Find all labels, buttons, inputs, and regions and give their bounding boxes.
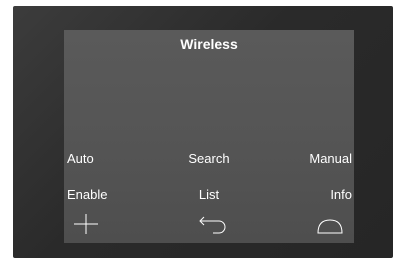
display-screen: Wireless Auto Search Manual Enable List … xyxy=(64,30,354,243)
plus-icon[interactable] xyxy=(66,212,106,236)
home-arch-icon[interactable] xyxy=(310,212,350,236)
softkey-list[interactable]: List xyxy=(64,187,354,203)
screen-title: Wireless xyxy=(180,36,238,52)
back-arrow-icon[interactable] xyxy=(189,212,229,236)
softkey-manual[interactable]: Manual xyxy=(309,151,352,167)
device-bezel: Wireless Auto Search Manual Enable List … xyxy=(13,6,393,258)
softkey-info[interactable]: Info xyxy=(330,187,352,203)
